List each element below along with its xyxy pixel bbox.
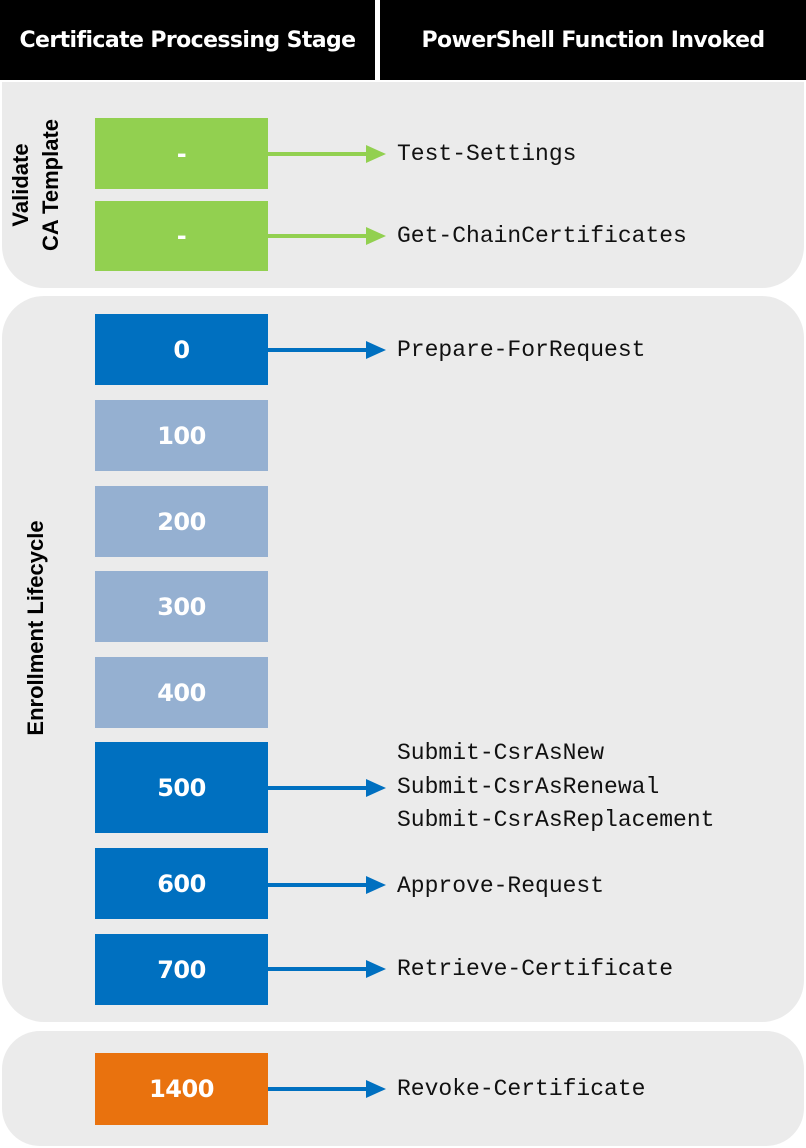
header-stage: Certificate Processing Stage xyxy=(0,0,375,80)
function-name: Approve-Request xyxy=(397,873,605,899)
stage-box-1400: 1400 xyxy=(95,1053,268,1125)
stage-box-500: 500 xyxy=(95,742,268,833)
function-name: Test-Settings xyxy=(397,141,577,167)
function-name: Prepare-ForRequest xyxy=(397,337,646,363)
function-name: Submit-CsrAsNew xyxy=(397,740,605,766)
arrow-right-icon xyxy=(268,876,386,894)
arrow-right-icon xyxy=(268,341,386,359)
stage-box-300: 300 xyxy=(95,571,268,642)
stage-box-validate-settings: - xyxy=(95,118,268,189)
arrow-right-icon xyxy=(268,145,386,163)
function-name: Submit-CsrAsReplacement xyxy=(397,807,715,833)
stage-box-0: 0 xyxy=(95,314,268,385)
stage-box-100: 100 xyxy=(95,400,268,471)
stage-box-400: 400 xyxy=(95,657,268,728)
validate-section-label: Validate CA Template xyxy=(6,119,66,251)
function-name: Revoke-Certificate xyxy=(397,1076,646,1102)
label-line: Validate xyxy=(8,143,33,227)
stage-box-600: 600 xyxy=(95,848,268,919)
function-name: Retrieve-Certificate xyxy=(397,956,674,982)
arrow-right-icon xyxy=(268,227,386,245)
stage-box-700: 700 xyxy=(95,934,268,1005)
function-name: Submit-CsrAsRenewal xyxy=(397,774,660,800)
function-name: Get-ChainCertificates xyxy=(397,223,687,249)
arrow-right-icon xyxy=(268,960,386,978)
label-line: CA Template xyxy=(38,118,63,252)
header-function: PowerShell Function Invoked xyxy=(380,0,806,80)
enrollment-section-label: Enrollment Lifecycle xyxy=(21,520,51,735)
label-line: Enrollment Lifecycle xyxy=(23,520,48,736)
stage-box-200: 200 xyxy=(95,486,268,557)
stage-box-validate-chain: - xyxy=(95,201,268,271)
arrow-right-icon xyxy=(268,779,386,797)
arrow-right-icon xyxy=(268,1080,386,1098)
